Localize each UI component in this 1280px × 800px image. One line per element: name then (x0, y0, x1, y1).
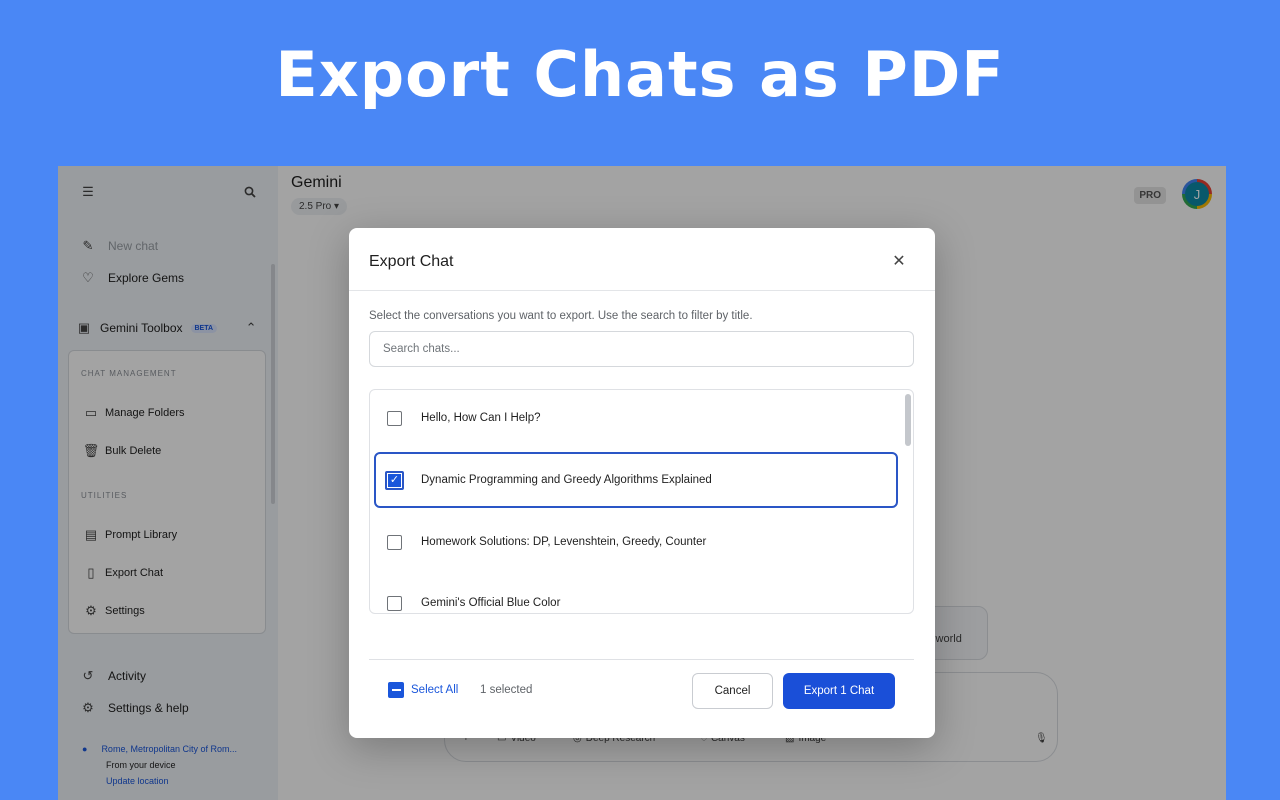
selected-count: 1 selected (480, 684, 533, 696)
checkbox[interactable] (387, 534, 402, 550)
cancel-button[interactable]: Cancel (692, 673, 773, 709)
chat-title: Hello, How Can I Help? (421, 412, 541, 424)
list-scrollbar[interactable] (905, 394, 911, 446)
dialog-description: Select the conversations you want to exp… (369, 310, 753, 322)
export-button[interactable]: Export 1 Chat (783, 673, 895, 709)
chat-row[interactable]: ✓ Dynamic Programming and Greedy Algorit… (374, 452, 898, 508)
hero-title: Export Chats as PDF (275, 38, 1005, 111)
chat-row[interactable]: Homework Solutions: DP, Levenshtein, Gre… (374, 514, 898, 570)
search-chats-input[interactable] (369, 331, 914, 367)
select-all-label: Select All (411, 684, 459, 696)
select-all-toggle[interactable]: Select All (388, 682, 458, 698)
chat-title: Dynamic Programming and Greedy Algorithm… (421, 474, 712, 486)
chat-row[interactable]: Hello, How Can I Help? (374, 390, 898, 446)
dialog-title: Export Chat (369, 253, 454, 270)
chat-title: Homework Solutions: DP, Levenshtein, Gre… (421, 536, 707, 548)
checkbox[interactable] (387, 410, 402, 426)
checkbox-checked[interactable]: ✓ (385, 470, 404, 490)
checkbox[interactable] (387, 595, 402, 611)
dialog-header: Export Chat ✕ (349, 228, 935, 291)
indeterminate-checkbox-icon (388, 682, 404, 698)
chat-title: Gemini's Official Blue Color (421, 597, 561, 609)
close-icon[interactable]: ✕ (889, 252, 909, 272)
footer-divider (369, 659, 914, 660)
export-chat-dialog: Export Chat ✕ Select the conversations y… (349, 228, 935, 738)
chat-list: Hello, How Can I Help? ✓ Dynamic Program… (369, 389, 914, 614)
checkmark-icon: ✓ (388, 473, 401, 487)
chat-row[interactable]: Gemini's Official Blue Color (374, 575, 898, 613)
